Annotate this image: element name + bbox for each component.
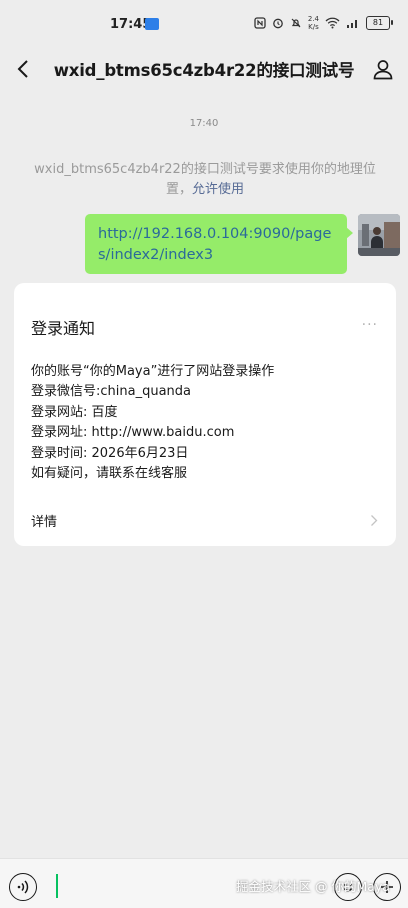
system-message: wxid_btms65c4zb4r22的接口测试号要求使用你的地理位置，允许使用 (30, 160, 380, 200)
back-button[interactable] (8, 54, 38, 84)
card-line-url: 登录网址: http://www.baidu.com (31, 425, 235, 441)
net-speed: 2.4 K/s (308, 15, 319, 31)
card-line-wechat-id: 登录微信号:china_quanda (31, 384, 191, 400)
more-options-button[interactable]: ··· (362, 317, 378, 333)
chevron-left-icon (17, 60, 28, 78)
watermark: 掘金技术社区 @ 你的Maya (236, 879, 390, 894)
chevron-right-icon[interactable] (370, 512, 378, 531)
page-title: wxid_btms65c4zb4r22的接口测试号 (53, 61, 355, 80)
message-bubble[interactable]: http://192.168.0.104:9090/pages/index2/i… (85, 214, 353, 274)
chat-header: wxid_btms65c4zb4r22的接口测试号 (0, 44, 408, 94)
mute-bell-icon (291, 18, 301, 28)
text-cursor (56, 874, 58, 898)
card-line-time: 登录时间: 2026年6月23日 (31, 445, 189, 461)
signal-icon (347, 20, 357, 28)
profile-button[interactable] (368, 54, 398, 84)
net-speed-value: 2.4 (307, 15, 319, 23)
outgoing-message: http://192.168.0.104:9090/pages/index2/i… (85, 214, 400, 274)
card-line-site: 登录网站: 百度 (31, 404, 118, 420)
voice-input-button[interactable] (9, 873, 37, 901)
card-line-account: 你的账号“你的Maya”进行了网站登录操作 (31, 364, 275, 379)
wifi-icon (325, 17, 340, 29)
notification-badge-icon (145, 18, 159, 30)
allow-location-link[interactable]: 允许使用 (192, 182, 244, 197)
avatar[interactable] (358, 214, 400, 256)
net-speed-unit: K/s (308, 23, 319, 31)
nfc-icon (254, 17, 266, 29)
card-line-help: 如有疑问，请联系在线客服 (31, 466, 188, 482)
card-detail-link[interactable]: 详情 (31, 511, 57, 530)
status-bar: 17:45 2.4 K/s 81 (0, 0, 408, 44)
person-icon (373, 60, 393, 80)
message-url[interactable]: http://192.168.0.104:9090/pages/index2/i… (98, 226, 331, 263)
message-time: 17:40 (189, 118, 219, 129)
status-icons: 2.4 K/s 81 (254, 15, 393, 31)
card-content: 你的账号“你的Maya”进行了网站登录操作 登录微信号:china_quanda… (31, 362, 274, 484)
battery-icon: 81 (366, 16, 393, 30)
login-notification-card[interactable]: 登录通知 ··· 你的账号“你的Maya”进行了网站登录操作 登录微信号:chi… (14, 283, 396, 546)
alarm-icon (273, 18, 283, 29)
card-title: 登录通知 (31, 319, 96, 338)
avatar-photo-icon (358, 214, 400, 256)
voice-icon (17, 880, 29, 894)
